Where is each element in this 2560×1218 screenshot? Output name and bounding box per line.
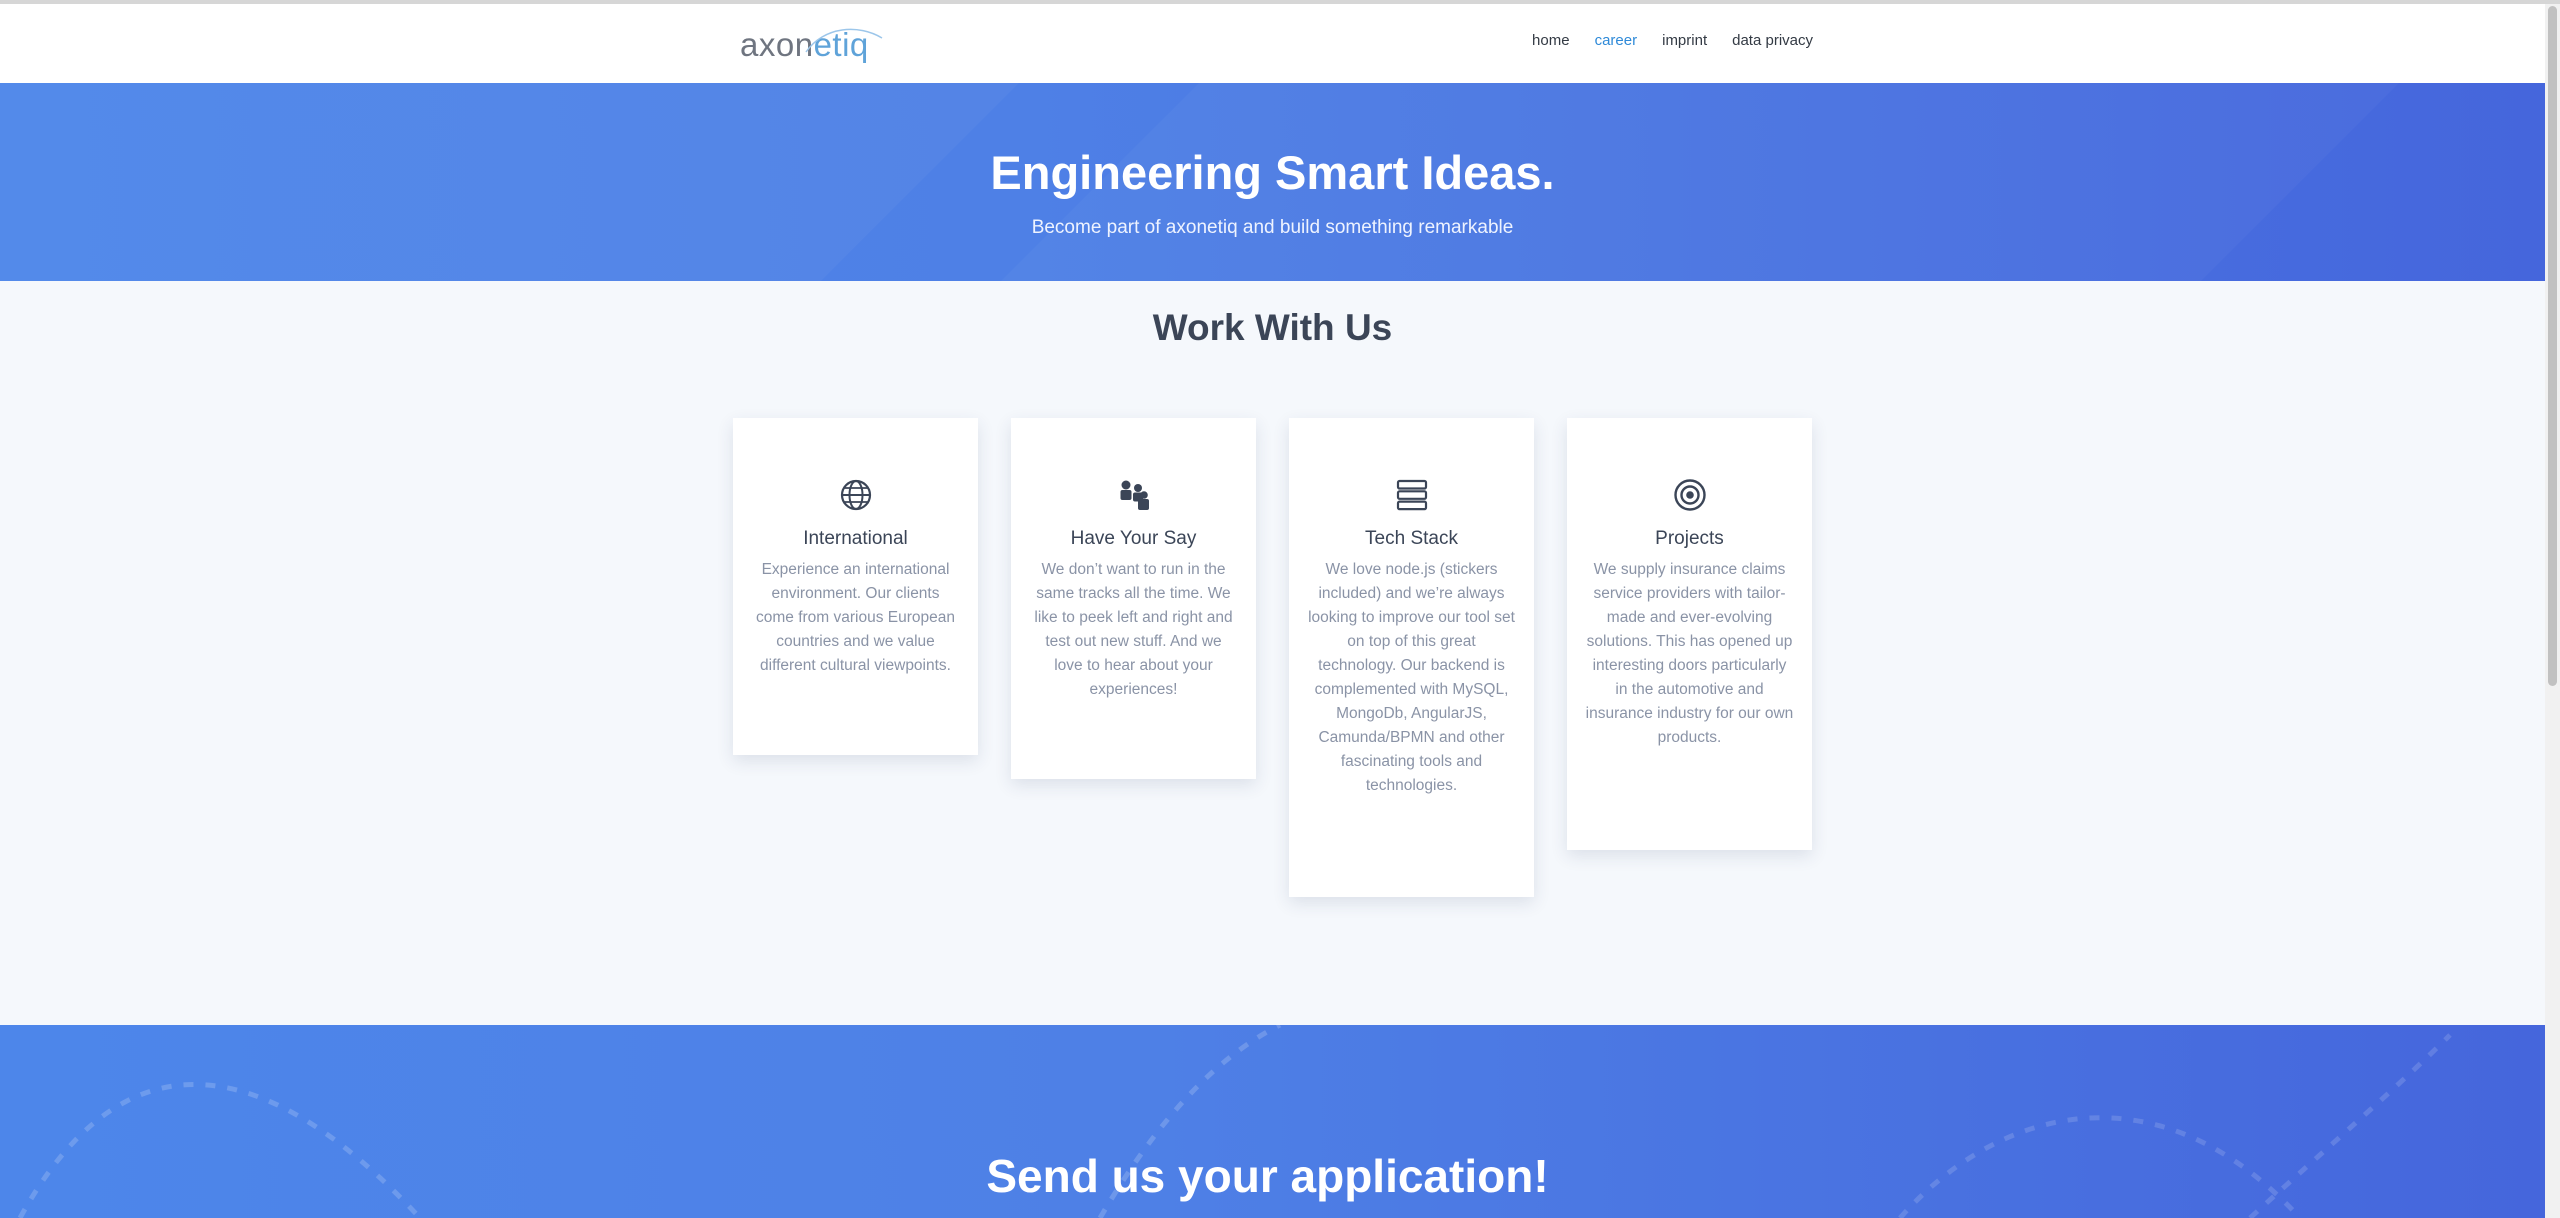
- card-have-your-say: Have Your Say We don’t want to run in th…: [1011, 418, 1256, 779]
- site-header: axon etiq home career imprint data privac…: [0, 4, 2545, 83]
- nav-imprint[interactable]: imprint: [1662, 32, 1707, 49]
- hero-title: Engineering Smart Ideas.: [990, 146, 1555, 199]
- scrollbar-thumb[interactable]: [2548, 6, 2557, 686]
- card-tech-stack: Tech Stack We love node.js (stickers inc…: [1289, 418, 1534, 897]
- application-title: Send us your application!: [986, 1150, 1549, 1202]
- hero-subtitle: Become part of axonetiq and build someth…: [1031, 217, 1514, 238]
- card-projects: Projects We supply insurance claims serv…: [1567, 418, 1812, 850]
- card-title: Projects: [1655, 528, 1724, 549]
- card-international: International Experience an internationa…: [733, 418, 978, 755]
- axonetiq-logo[interactable]: axon etiq: [740, 26, 883, 66]
- nav-career[interactable]: career: [1595, 32, 1638, 49]
- card-text: We love node.js (stickers included) and …: [1308, 561, 1515, 794]
- hero-banner: Engineering Smart Ideas. Become part of …: [0, 83, 2545, 281]
- server-stack-icon: [1396, 479, 1427, 511]
- card-title: International: [803, 528, 908, 549]
- page: axon etiq home career imprint data privac…: [0, 0, 2560, 1218]
- nav-data-privacy[interactable]: data privacy: [1732, 32, 1813, 49]
- main-nav: home career imprint data privacy: [1532, 32, 1813, 49]
- card-text: We don’t want to run in the same tracks …: [1034, 561, 1233, 698]
- section-title: Work With Us: [1152, 307, 1393, 348]
- target-icon: [1673, 479, 1706, 511]
- card-text: Experience an international environment.…: [755, 561, 955, 674]
- application-banner: Send us your application!: [0, 1025, 2545, 1218]
- people-icon: [1120, 480, 1149, 510]
- vertical-scrollbar[interactable]: [2545, 4, 2560, 1218]
- nav-home[interactable]: home: [1532, 32, 1570, 49]
- logo-text-part1: axon: [740, 26, 814, 63]
- card-title: Have Your Say: [1070, 528, 1197, 549]
- card-text: We supply insurance claims service provi…: [1585, 561, 1794, 746]
- globe-icon: [840, 479, 871, 511]
- card-title: Tech Stack: [1365, 528, 1458, 549]
- logo-swoosh-icon: [805, 28, 883, 53]
